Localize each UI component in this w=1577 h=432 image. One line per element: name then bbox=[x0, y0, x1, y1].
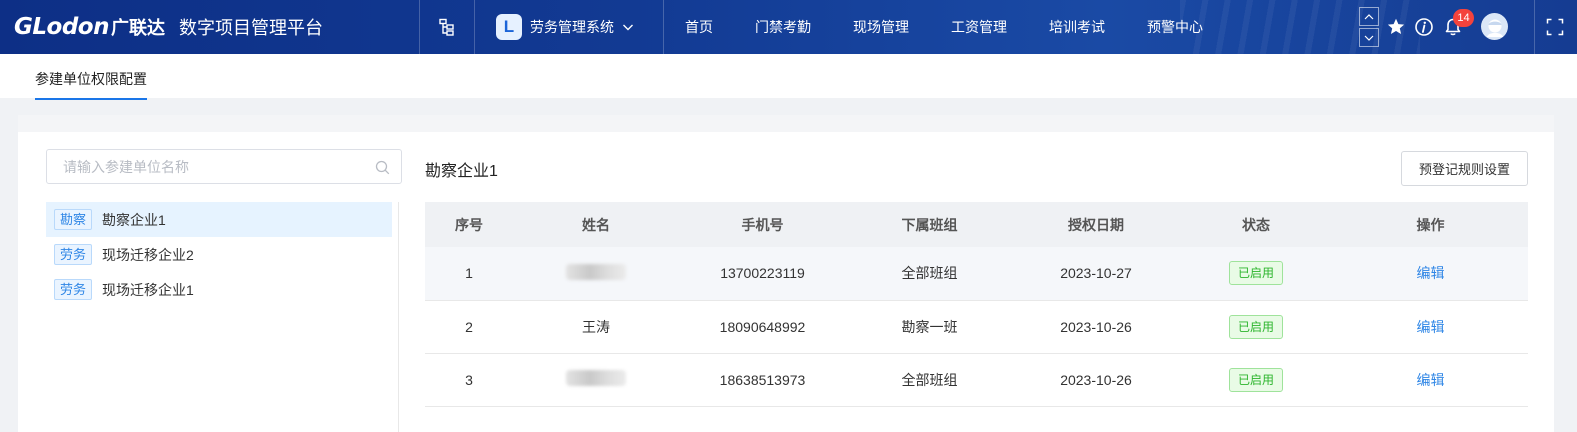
column-header-team: 下属班组 bbox=[901, 216, 958, 233]
top-navigation-bar: GLodon 广联达 数字项目管理平台 L 劳务管理系统 首页 门禁考勤 现场管… bbox=[0, 0, 1577, 54]
nav-item-training-exam[interactable]: 培训考试 bbox=[1028, 0, 1126, 54]
main-content-card: 勘察 勘察企业1 劳务 现场迁移企业2 劳务 现场迁移企业1 勘察企业1 预登记… bbox=[18, 115, 1554, 432]
edit-link[interactable]: 编辑 bbox=[1417, 265, 1445, 281]
system-logo-icon: L bbox=[496, 14, 522, 40]
chevron-down-icon bbox=[1364, 35, 1374, 41]
cell-action: 编辑 bbox=[1333, 353, 1528, 406]
edit-link[interactable]: 编辑 bbox=[1417, 319, 1445, 335]
nav-item-alert-center[interactable]: 预警中心 bbox=[1126, 0, 1224, 54]
cell-team: 勘察一班 bbox=[901, 318, 958, 335]
cell-action: 编辑 bbox=[1333, 247, 1528, 300]
platform-logo[interactable]: GLodon 广联达 数字项目管理平台 bbox=[14, 12, 323, 42]
unit-search-input[interactable] bbox=[47, 150, 367, 183]
cell-status: 已启用 bbox=[1179, 247, 1333, 300]
star-icon[interactable] bbox=[1386, 17, 1406, 37]
card-top-strip bbox=[18, 115, 1554, 132]
search-icon[interactable] bbox=[375, 160, 390, 175]
nav-scroll-buttons bbox=[1359, 7, 1379, 47]
avatar-icon bbox=[1486, 19, 1503, 37]
unit-search-box bbox=[46, 149, 402, 184]
table-row: 1 13700223119 全部班组 2023-10-27 已启用 编辑 bbox=[425, 247, 1528, 300]
cell-auth-date: 2023-10-26 bbox=[1060, 318, 1132, 335]
cell-auth-date: 2023-10-27 bbox=[1060, 265, 1132, 282]
user-avatar[interactable] bbox=[1481, 13, 1508, 40]
unit-type-tag: 勘察 bbox=[54, 209, 93, 230]
page-tab-bar: 参建单位权限配置 bbox=[0, 54, 1577, 100]
main-nav: 首页 门禁考勤 现场管理 工资管理 培训考试 预警中心 bbox=[664, 0, 1224, 54]
cell-auth-date: 2023-10-26 bbox=[1060, 371, 1132, 388]
nav-item-site-management[interactable]: 现场管理 bbox=[832, 0, 930, 54]
cell-action: 编辑 bbox=[1333, 300, 1528, 353]
platform-name: 数字项目管理平台 bbox=[178, 18, 323, 38]
cell-index: 1 bbox=[465, 265, 473, 282]
tab-participant-unit-permission[interactable]: 参建单位权限配置 bbox=[35, 69, 147, 100]
nav-item-access-attendance[interactable]: 门禁考勤 bbox=[734, 0, 832, 54]
header-divider bbox=[474, 0, 475, 54]
notification-count-badge: 14 bbox=[1453, 9, 1474, 27]
cell-index: 3 bbox=[465, 371, 473, 388]
nav-scroll-down-button[interactable] bbox=[1359, 28, 1379, 47]
column-header-action: 操作 bbox=[1416, 216, 1445, 233]
cell-phone: 18638513973 bbox=[719, 371, 806, 388]
status-badge: 已启用 bbox=[1228, 367, 1283, 392]
chevron-up-icon bbox=[1364, 13, 1374, 19]
cell-name: 王涛 bbox=[582, 318, 610, 335]
header-divider bbox=[1534, 0, 1535, 54]
column-header-status: 状态 bbox=[1242, 216, 1270, 233]
table-row: 3 18638513973 全部班组 2023-10-26 已启用 编辑 bbox=[425, 353, 1528, 406]
info-icon[interactable] bbox=[1414, 17, 1434, 37]
selected-unit-title: 勘察企业1 bbox=[425, 163, 498, 180]
list-item-unit[interactable]: 劳务 现场迁移企业2 bbox=[46, 237, 392, 272]
panel-divider bbox=[398, 202, 399, 432]
fullscreen-icon[interactable] bbox=[1546, 18, 1564, 36]
unit-name: 现场迁移企业2 bbox=[102, 246, 194, 263]
table-header-row: 序号 姓名 手机号 下属班组 授权日期 状态 操作 bbox=[425, 202, 1528, 247]
system-switcher[interactable]: L 劳务管理系统 bbox=[496, 13, 634, 41]
unit-name: 勘察企业1 bbox=[102, 211, 166, 228]
list-item-unit[interactable]: 劳务 现场迁移企业1 bbox=[46, 272, 392, 307]
pre-registration-rule-button[interactable]: 预登记规则设置 bbox=[1401, 151, 1528, 186]
cell-team: 全部班组 bbox=[901, 265, 958, 282]
blurred-name bbox=[566, 370, 626, 386]
unit-type-tag: 劳务 bbox=[54, 279, 93, 300]
brand-logo-cn: 广联达 bbox=[110, 18, 165, 38]
column-header-phone: 手机号 bbox=[741, 216, 784, 233]
participant-unit-list: 勘察 勘察企业1 劳务 现场迁移企业2 劳务 现场迁移企业1 bbox=[46, 202, 392, 307]
header-divider bbox=[419, 0, 420, 54]
cell-phone: 13700223119 bbox=[720, 265, 805, 282]
authorized-users-table: 序号 姓名 手机号 下属班组 授权日期 状态 操作 1 13700223119 … bbox=[425, 202, 1528, 407]
edit-link[interactable]: 编辑 bbox=[1417, 372, 1445, 388]
blurred-name bbox=[566, 263, 626, 280]
cell-team: 全部班组 bbox=[901, 371, 958, 388]
cell-index: 2 bbox=[465, 318, 473, 335]
column-header-name: 姓名 bbox=[582, 216, 610, 233]
cell-status: 已启用 bbox=[1179, 300, 1333, 353]
cell-phone: 18090648992 bbox=[719, 318, 806, 335]
unit-name: 现场迁移企业1 bbox=[102, 281, 194, 298]
nav-item-home[interactable]: 首页 bbox=[664, 0, 734, 54]
status-badge: 已启用 bbox=[1228, 314, 1283, 339]
list-item-unit[interactable]: 勘察 勘察企业1 bbox=[46, 202, 392, 237]
brand-logo-text: GLodon bbox=[14, 14, 109, 40]
cell-name bbox=[513, 247, 679, 300]
table-row: 2 王涛 18090648992 勘察一班 2023-10-26 已启用 编辑 bbox=[425, 300, 1528, 353]
unit-type-tag: 劳务 bbox=[54, 244, 93, 265]
org-structure-icon[interactable] bbox=[438, 18, 456, 36]
cell-name bbox=[513, 353, 679, 406]
column-header-auth-date: 授权日期 bbox=[1068, 216, 1124, 233]
cell-status: 已启用 bbox=[1179, 353, 1333, 406]
chevron-down-icon bbox=[623, 24, 633, 31]
nav-scroll-up-button[interactable] bbox=[1359, 7, 1379, 26]
column-header-index: 序号 bbox=[455, 216, 483, 233]
nav-item-salary-management[interactable]: 工资管理 bbox=[930, 0, 1028, 54]
system-name: 劳务管理系统 bbox=[530, 19, 614, 35]
status-badge: 已启用 bbox=[1228, 261, 1283, 286]
